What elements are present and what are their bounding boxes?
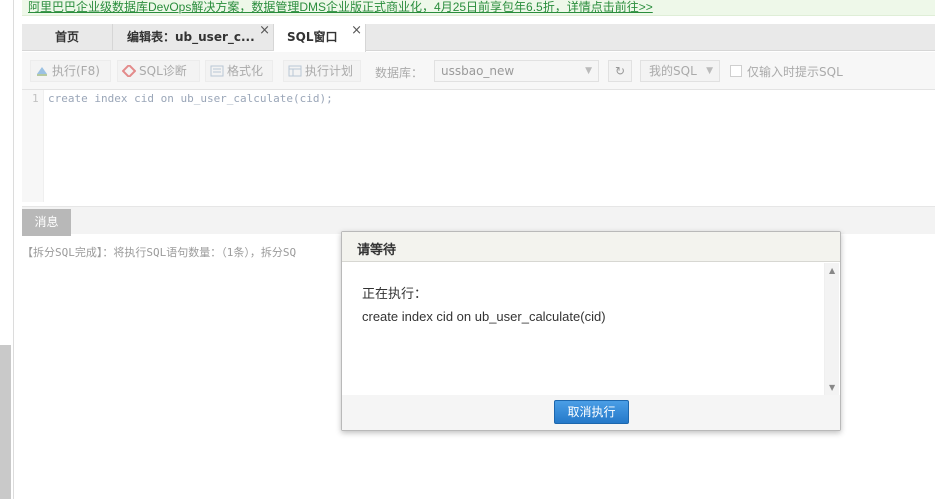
sql-editor[interactable]: 1 create index cid on ub_user_calculate(… [22, 90, 935, 202]
my-sql-label: 我的SQL [649, 64, 697, 78]
dialog-body: 正在执行： create index cid on ub_user_calcul… [342, 263, 840, 395]
tab-sql-window[interactable]: SQL窗口 × [274, 23, 366, 52]
message-log-text: 【拆分SQL完成】：将执行SQL语句数量：（1条），拆分SQ [22, 246, 297, 259]
promo-banner: 阿里巴巴企业级数据库DevOps解决方案，数据管理DMS企业版正式商业化，4月2… [22, 0, 935, 16]
promo-banner-link[interactable]: 阿里巴巴企业级数据库DevOps解决方案，数据管理DMS企业版正式商业化，4月2… [28, 0, 653, 14]
editor-code-line[interactable]: create index cid on ub_user_calculate(ci… [48, 92, 333, 105]
tab-sql-window-label: SQL窗口 [287, 30, 338, 44]
chevron-down-icon: ▼ [585, 66, 592, 76]
refresh-icon: ↻ [614, 64, 626, 78]
database-select-value: ussbao_new [441, 64, 515, 78]
tab-home[interactable]: 首页 [22, 24, 112, 51]
execute-icon [37, 67, 47, 76]
execute-label: 执行(F8) [52, 64, 100, 78]
app-root: 阿里巴巴企业级数据库DevOps解决方案，数据管理DMS企业版正式商业化，4月2… [0, 0, 935, 499]
format-label: 格式化 [227, 64, 264, 78]
left-sidebar-strip [0, 0, 14, 499]
dialog-title: 请等待 [357, 243, 397, 258]
my-sql-dropdown[interactable]: 我的SQL ▼ [640, 60, 720, 82]
sql-diagnose-button[interactable]: SQL诊断 [117, 60, 200, 82]
database-label: 数据库： [375, 66, 424, 80]
message-panel-header: 消息 [22, 206, 935, 236]
refresh-button[interactable]: ↻ [608, 60, 632, 82]
tab-edit-table-close-icon[interactable]: × [259, 17, 270, 44]
hint-only-on-input-label: 仅输入时提示SQL [747, 65, 843, 79]
execute-button[interactable]: 执行(F8) [30, 60, 111, 82]
tab-home-label: 首页 [54, 30, 79, 44]
plan-icon [288, 65, 302, 77]
tab-sql-window-close-icon[interactable]: × [351, 17, 362, 44]
cancel-execution-button[interactable]: 取消执行 [554, 400, 629, 424]
executing-statement: create index cid on ub_user_calculate(ci… [362, 309, 606, 324]
tab-messages[interactable]: 消息 [22, 209, 71, 236]
dialog-scrollbar[interactable]: ▲ ▼ [824, 263, 839, 395]
chevron-down-icon: ▼ [706, 66, 713, 76]
editor-gutter: 1 [22, 90, 44, 202]
diagnose-icon [122, 65, 136, 77]
database-select[interactable]: ussbao_new ▼ [434, 60, 599, 82]
tab-bar: 首页 编辑表：ub_user_c... × SQL窗口 × [22, 23, 935, 52]
dialog-header: 请等待 [342, 232, 840, 262]
tab-edit-table-label: 编辑表：ub_user_c... [127, 30, 255, 44]
format-icon [210, 65, 224, 77]
line-number: 1 [32, 92, 39, 105]
scroll-up-icon[interactable]: ▲ [829, 266, 835, 275]
execution-plan-button[interactable]: 执行计划 [283, 60, 361, 82]
diagnose-label: SQL诊断 [139, 64, 187, 78]
hint-only-on-input-checkbox[interactable] [730, 65, 742, 77]
scroll-down-icon[interactable]: ▼ [829, 383, 835, 392]
dialog-footer: 取消执行 [342, 395, 840, 430]
left-scrollbar-thumb[interactable] [0, 345, 11, 499]
executing-status: 正在执行： [362, 287, 428, 302]
tab-edit-table[interactable]: 编辑表：ub_user_c... × [112, 23, 274, 51]
plan-label: 执行计划 [305, 64, 354, 78]
sql-toolbar: 执行(F8) SQL诊断 格式化 执行计划 数据库： ussbao_new ▼ … [22, 52, 935, 90]
format-button[interactable]: 格式化 [205, 60, 273, 82]
please-wait-dialog: 请等待 正在执行： create index cid on ub_user_ca… [341, 231, 841, 431]
